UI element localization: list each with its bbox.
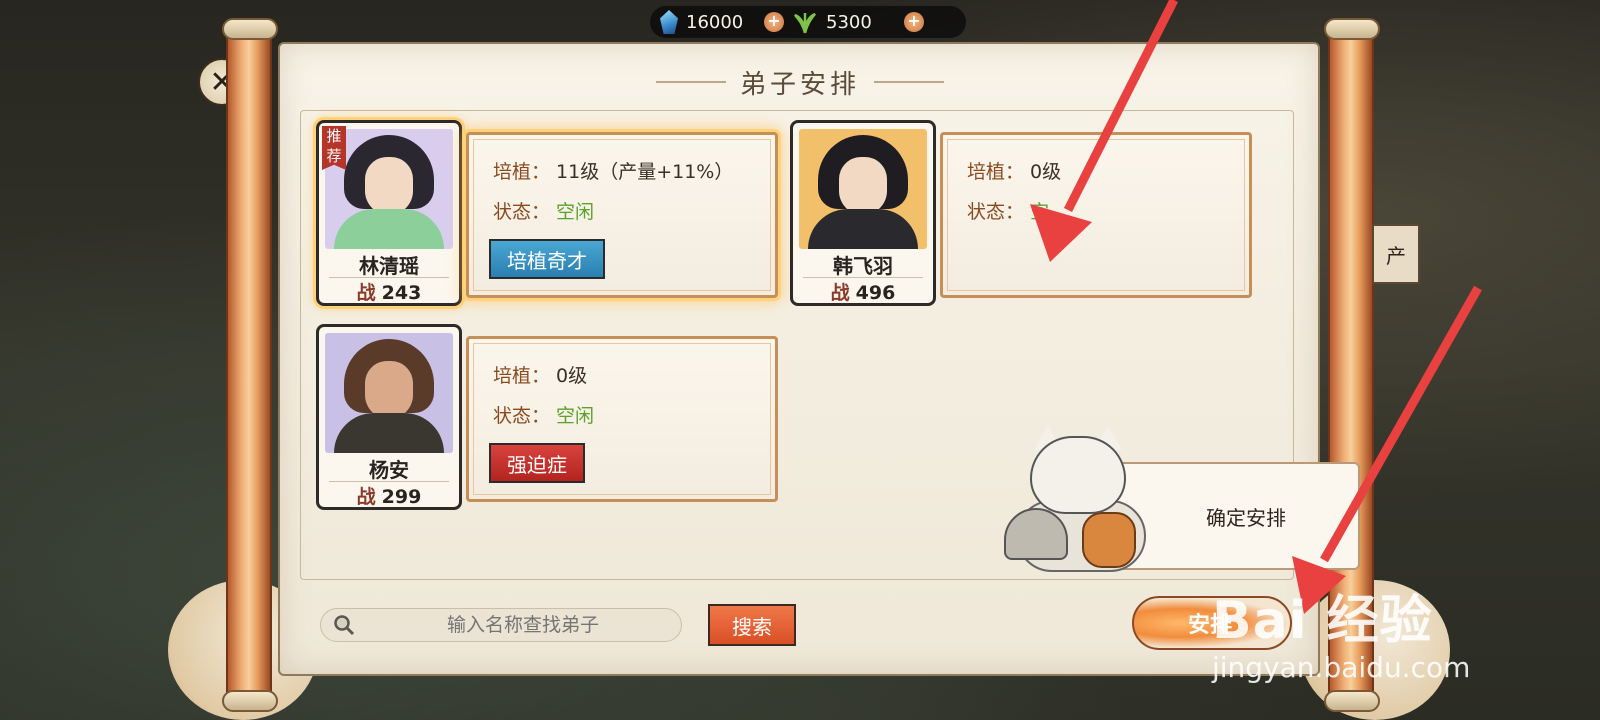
disciple-avatar [325, 333, 453, 453]
cultivate-row: 培植： 11级（产量+11%） [493, 161, 734, 183]
search-button[interactable]: 搜索 [708, 604, 796, 646]
scroll-roller-left [222, 18, 278, 712]
tooltip-text: 确定安排 [1206, 505, 1286, 530]
disciple-card[interactable]: 推荐 林清瑶 战 243 培植： 11级（产量+11%） 状态： 空闲 培植奇才 [316, 120, 786, 306]
disciple-power: 战 299 [356, 486, 422, 508]
currency-bar: 16000 + 5300 + [650, 6, 966, 38]
cultivate-row: 培植： 0级 [493, 365, 588, 387]
cat-mascot [1000, 426, 1160, 576]
add-spirit-stone-button[interactable]: + [764, 12, 784, 32]
title-ornament-right [874, 81, 944, 83]
trait-button[interactable]: 培植奇才 [489, 239, 605, 279]
disciple-power: 战 496 [830, 282, 896, 304]
cultivate-row: 培植： 0级 [967, 161, 1062, 183]
watermark: Bai 经验 jingyan.baidu.com [1212, 578, 1470, 684]
disciple-portrait[interactable]: 杨安 战 299 [316, 324, 462, 510]
panel-title: 弟子安排 [739, 69, 860, 100]
disciple-name: 林清瑶 [359, 254, 419, 278]
spirit-stone-icon [660, 10, 678, 34]
production-tab-stub[interactable]: 产 [1372, 224, 1420, 284]
disciple-info-panel: 培植： 0级 状态： 空闲 强迫症 [466, 336, 778, 502]
trait-button[interactable]: 强迫症 [489, 443, 585, 483]
disciple-portrait[interactable]: 推荐 林清瑶 战 243 [316, 120, 462, 306]
title-ornament-left [655, 81, 726, 83]
status-row: 状态： 空闲 [493, 405, 595, 427]
status-row: 状态： 空闲 [493, 201, 595, 223]
disciple-name: 杨安 [369, 458, 409, 482]
spirit-stone-currency: 16000 + [660, 10, 784, 34]
disciple-name: 韩飞羽 [833, 254, 893, 278]
search-input[interactable] [373, 614, 673, 636]
status-row: 状态：空 [967, 201, 1050, 223]
search-field[interactable] [320, 608, 682, 642]
disciple-portrait[interactable]: 韩飞羽 战 496 [790, 120, 936, 306]
add-herb-button[interactable]: + [904, 12, 924, 32]
watermark-logo: Bai 经验 [1212, 591, 1433, 651]
disciple-card[interactable]: 韩飞羽 战 496 培植： 0级 状态：空 [790, 120, 1260, 306]
disciple-info-panel: 培植： 11级（产量+11%） 状态： 空闲 培植奇才 [466, 132, 778, 298]
panel-title-bar: 弟子安排 [620, 62, 980, 102]
disciple-card[interactable]: 杨安 战 299 培植： 0级 状态： 空闲 强迫症 [316, 324, 786, 510]
herb-value: 5300 [826, 11, 872, 33]
disciple-info-panel: 培植： 0级 状态：空 [940, 132, 1252, 298]
recommend-badge: 推荐 [322, 126, 346, 170]
disciple-power: 战 243 [356, 282, 422, 304]
search-icon [334, 615, 355, 636]
disciple-avatar [799, 129, 927, 249]
watermark-url: jingyan.baidu.com [1212, 651, 1471, 684]
herb-icon [792, 9, 818, 35]
herb-currency: 5300 + [792, 9, 924, 35]
spirit-stone-value: 16000 [686, 11, 744, 33]
